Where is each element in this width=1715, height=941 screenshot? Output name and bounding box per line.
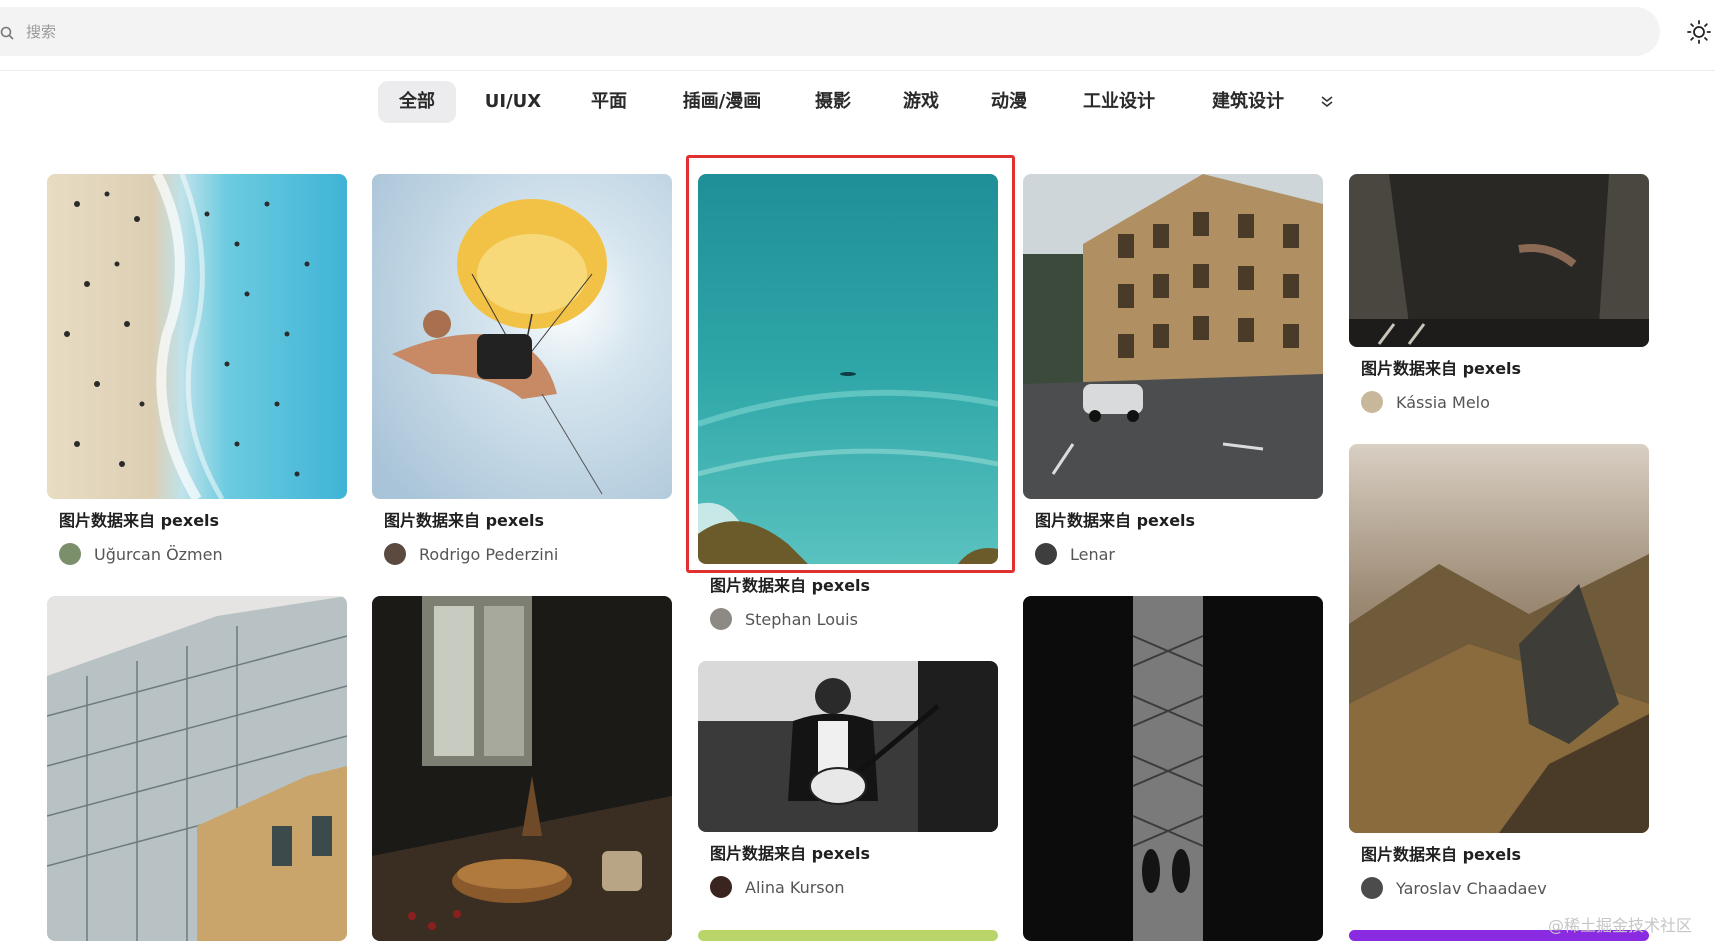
card-author[interactable]: Uğurcan Özmen <box>47 543 347 565</box>
tab-games[interactable]: 游戏 <box>891 81 951 123</box>
card-author[interactable]: Lenar <box>1023 543 1323 565</box>
tab-graphic[interactable]: 平面 <box>578 81 640 123</box>
image-card[interactable] <box>372 596 672 941</box>
card-image[interactable] <box>1349 444 1649 833</box>
author-name[interactable]: Yaroslav Chaadaev <box>1396 879 1547 898</box>
card-image[interactable] <box>698 174 998 564</box>
author-name[interactable]: Stephan Louis <box>745 610 858 629</box>
avatar[interactable] <box>710 876 732 898</box>
card-author[interactable]: Stephan Louis <box>698 608 998 630</box>
image-card[interactable]: 图片数据来自 pexels Stephan Louis <box>698 174 998 630</box>
card-author[interactable]: Alina Kurson <box>698 876 998 898</box>
card-author[interactable]: Rodrigo Pederzini <box>372 543 672 565</box>
avatar[interactable] <box>1361 391 1383 413</box>
card-image[interactable] <box>698 661 998 832</box>
image-card[interactable] <box>1023 596 1323 941</box>
card-caption: 图片数据来自 pexels <box>59 511 220 530</box>
image-card[interactable]: 图片数据来自 pexels Alina Kurson <box>698 661 998 898</box>
search-input[interactable] <box>24 16 1524 47</box>
author-name[interactable]: Uğurcan Özmen <box>94 545 223 564</box>
card-image[interactable] <box>698 930 998 941</box>
image-card[interactable]: 图片数据来自 pexels Rodrigo Pederzini <box>372 174 672 565</box>
card-image[interactable] <box>1023 174 1323 499</box>
card-caption: 图片数据来自 pexels <box>710 576 871 595</box>
avatar[interactable] <box>1035 543 1057 565</box>
card-image[interactable] <box>1023 596 1323 941</box>
image-card[interactable]: 图片数据来自 pexels Kássia Melo <box>1349 174 1649 413</box>
tab-architecture[interactable]: 建筑设计 <box>1202 81 1294 123</box>
card-image[interactable] <box>372 596 672 941</box>
avatar[interactable] <box>1361 877 1383 899</box>
card-caption: 图片数据来自 pexels <box>384 511 545 530</box>
watermark: @稀土掘金技术社区 <box>1548 916 1693 935</box>
card-image[interactable] <box>47 174 347 499</box>
image-card[interactable]: 图片数据来自 pexels Uğurcan Özmen <box>47 174 347 565</box>
author-name[interactable]: Alina Kurson <box>745 878 845 897</box>
search-bar[interactable] <box>0 7 1660 56</box>
author-name[interactable]: Rodrigo Pederzini <box>419 545 558 564</box>
avatar[interactable] <box>384 543 406 565</box>
sun-icon <box>1687 20 1711 44</box>
card-caption: 图片数据来自 pexels <box>710 844 871 863</box>
category-tabs: 全部 UI/UX 平面 插画/漫画 摄影 游戏 动漫 工业设计 建筑设计 <box>0 81 1715 123</box>
tab-all[interactable]: 全部 <box>378 81 456 123</box>
image-card[interactable]: 图片数据来自 pexels Yaroslav Chaadaev <box>1349 444 1649 899</box>
tab-anime[interactable]: 动漫 <box>979 81 1039 123</box>
theme-toggle-button[interactable] <box>1686 19 1712 45</box>
card-caption: 图片数据来自 pexels <box>1035 511 1196 530</box>
image-card[interactable] <box>698 930 998 941</box>
author-name[interactable]: Kássia Melo <box>1396 393 1490 412</box>
card-caption: 图片数据来自 pexels <box>1361 359 1522 378</box>
card-caption: 图片数据来自 pexels <box>1361 845 1522 864</box>
more-categories-button[interactable] <box>1316 91 1338 113</box>
search-icon <box>0 25 14 40</box>
tab-industrial-design[interactable]: 工业设计 <box>1073 81 1165 123</box>
chevrons-down-icon <box>1321 96 1333 108</box>
card-author[interactable]: Yaroslav Chaadaev <box>1349 877 1649 899</box>
card-image[interactable] <box>47 596 347 941</box>
tab-ui-ux[interactable]: UI/UX <box>476 81 550 123</box>
avatar[interactable] <box>59 543 81 565</box>
tab-illustration[interactable]: 插画/漫画 <box>670 81 774 123</box>
image-card[interactable] <box>47 596 347 941</box>
tab-photography[interactable]: 摄影 <box>803 81 863 123</box>
author-name[interactable]: Lenar <box>1070 545 1115 564</box>
card-image[interactable] <box>1349 174 1649 347</box>
card-author[interactable]: Kássia Melo <box>1349 391 1649 413</box>
top-bar <box>0 0 1715 71</box>
card-image[interactable] <box>372 174 672 499</box>
avatar[interactable] <box>710 608 732 630</box>
image-card[interactable]: 图片数据来自 pexels Lenar <box>1023 174 1323 565</box>
